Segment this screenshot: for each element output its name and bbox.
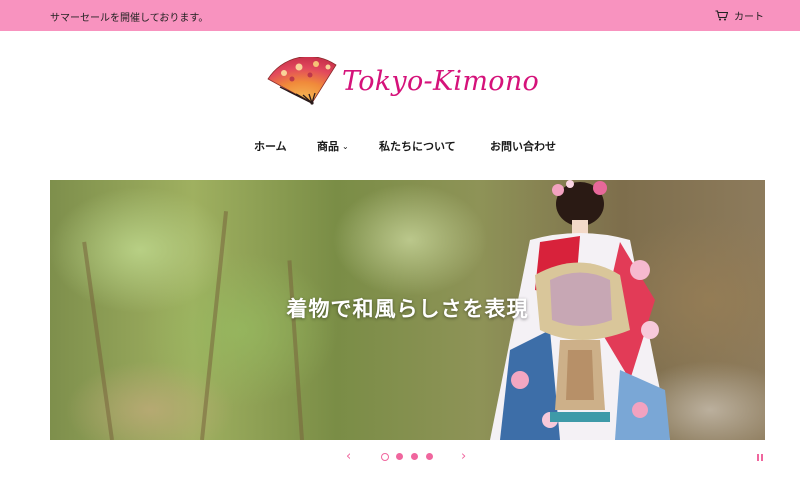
- fan-logo-icon: [267, 57, 337, 105]
- chevron-down-icon: ⌄: [342, 141, 349, 151]
- logo-wordmark: Tokyo-Kimono: [342, 65, 540, 97]
- nav-item-contact[interactable]: お問い合わせ: [490, 138, 556, 154]
- main-navigation: ホーム 商品 ⌄ 私たちについて お問い合わせ: [0, 138, 800, 156]
- nav-item-label: お問い合わせ: [490, 140, 556, 153]
- slide-dot-1[interactable]: [381, 453, 389, 461]
- slide-dot-4[interactable]: [426, 453, 433, 460]
- hero-caption: 着物で和風らしさを表現: [286, 297, 529, 321]
- pause-icon[interactable]: [757, 454, 763, 461]
- chevron-right-icon[interactable]: ›: [461, 449, 466, 465]
- cart-link[interactable]: カート: [715, 8, 764, 23]
- store-logo[interactable]: Tokyo-Kimono: [266, 56, 556, 106]
- cart-label: カート: [734, 11, 764, 23]
- nav-item-home[interactable]: ホーム: [254, 138, 287, 154]
- slide-dot-3[interactable]: [411, 453, 418, 460]
- slideshow-controls: ‹ ›: [0, 449, 800, 465]
- cart-icon: [715, 9, 728, 20]
- chevron-left-icon[interactable]: ‹: [346, 449, 351, 465]
- hero-slideshow[interactable]: 着物で和風らしさを表現: [50, 180, 765, 440]
- announcement-bar: サマーセールを開催しております。 カート: [0, 0, 800, 31]
- nav-item-label: 商品: [317, 140, 339, 153]
- announcement-text: サマーセールを開催しております。: [50, 13, 209, 24]
- slide-dot-2[interactable]: [396, 453, 403, 460]
- nav-item-label: ホーム: [254, 140, 287, 153]
- nav-item-products[interactable]: 商品 ⌄: [317, 138, 349, 154]
- nav-item-label: 私たちについて: [379, 140, 456, 153]
- nav-item-about[interactable]: 私たちについて: [379, 138, 456, 154]
